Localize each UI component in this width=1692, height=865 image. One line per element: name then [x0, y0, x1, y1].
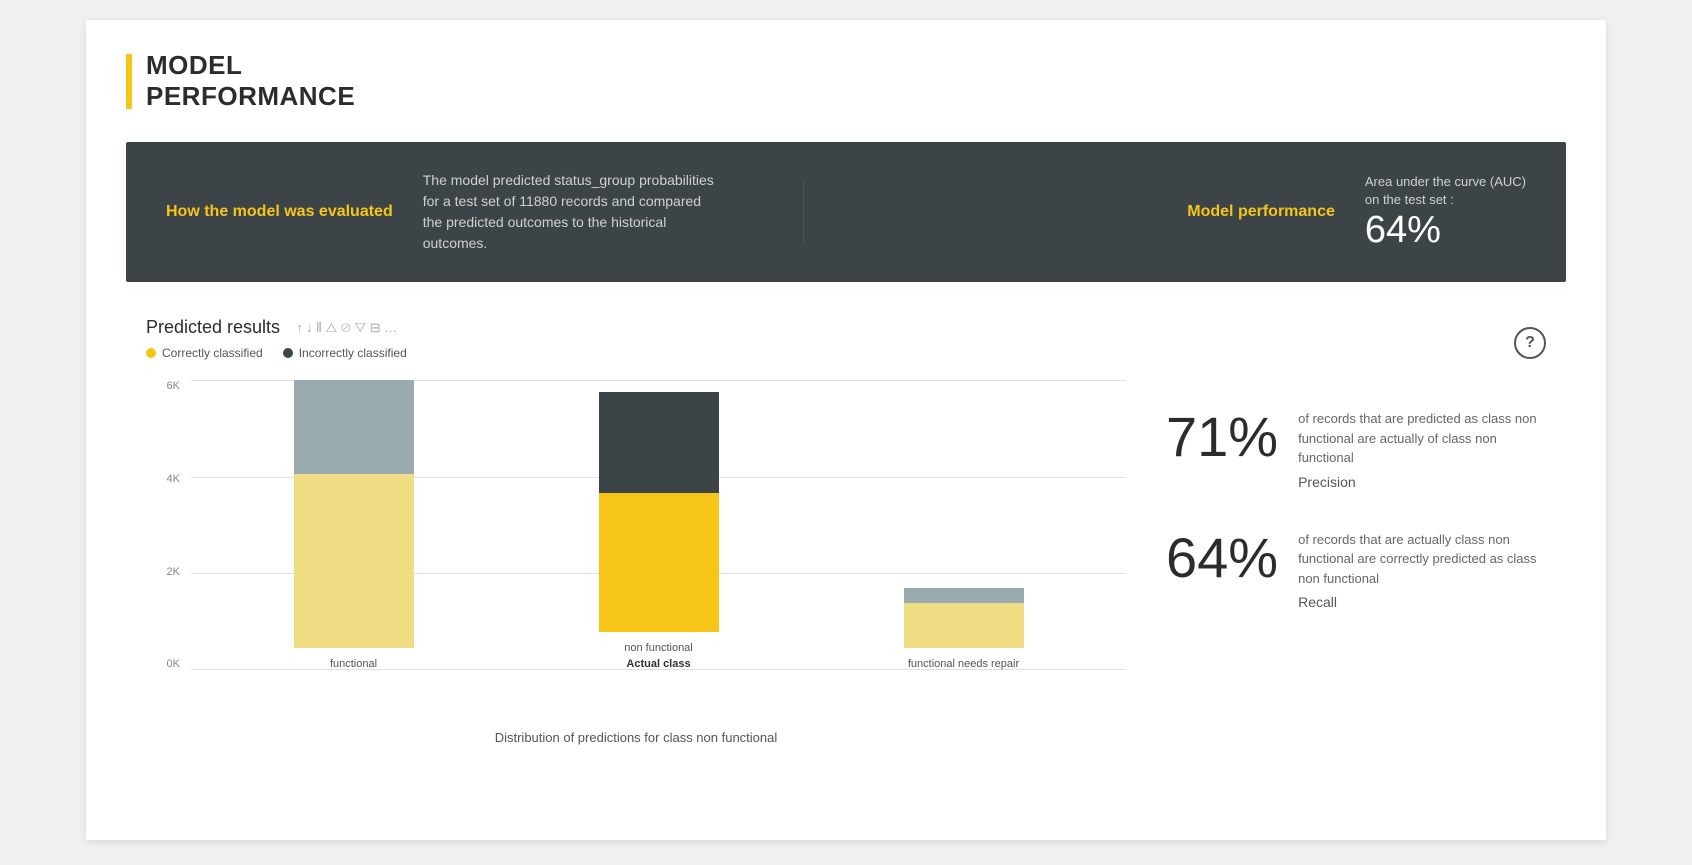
bar-correct-repair: [904, 603, 1024, 648]
page-header: MODEL PERFORMANCE: [126, 50, 1566, 112]
page-container: MODEL PERFORMANCE How the model was eval…: [86, 20, 1606, 840]
help-icon-wrap: ?: [1166, 327, 1546, 359]
y-label-4k: 4K: [146, 473, 186, 485]
bar-correct-nonfunctional: [599, 493, 719, 632]
precision-details: of records that are predicted as class n…: [1298, 409, 1546, 490]
stacked-bar-nonfunctional: [599, 392, 719, 632]
help-icon[interactable]: ?: [1514, 327, 1546, 359]
banner-divider: [803, 182, 804, 242]
bar-group-repair: functional needs repair: [821, 380, 1106, 670]
bar-xlabel-functional: functional: [330, 658, 377, 670]
chart-title: Predicted results: [146, 317, 280, 338]
recall-details: of records that are actually class non f…: [1298, 530, 1546, 611]
chart-toolbar-icons[interactable]: ↑ ↓ ⦀ △ ⊘ ▽ ⊟ …: [296, 320, 397, 336]
bar-correct-functional: [294, 474, 414, 648]
y-label-6k: 6K: [146, 380, 186, 392]
bar-group-nonfunctional: non functional Actual class: [516, 380, 801, 670]
bar-incorrect-repair: [904, 588, 1024, 603]
bar-incorrect-functional: [294, 380, 414, 474]
chart-section: Predicted results ↑ ↓ ⦀ △ ⊘ ▽ ⊟ … Correc…: [146, 317, 1126, 745]
precision-value: 71%: [1166, 409, 1278, 465]
bar-incorrect-nonfunctional: [599, 392, 719, 493]
recall-value: 64%: [1166, 530, 1278, 586]
stat-block-precision: 71% of records that are predicted as cla…: [1166, 409, 1546, 490]
stat-block-recall: 64% of records that are actually class n…: [1166, 530, 1546, 611]
y-label-2k: 2K: [146, 566, 186, 578]
legend-dot-correct: [146, 348, 156, 358]
chart-legend: Correctly classified Incorrectly classif…: [146, 346, 1126, 360]
main-content: Predicted results ↑ ↓ ⦀ △ ⊘ ▽ ⊟ … Correc…: [126, 317, 1566, 745]
bar-xlabel-nonfunctional: non functional: [624, 642, 693, 654]
evaluation-label: How the model was evaluated: [166, 203, 393, 221]
evaluation-description: The model predicted status_group probabi…: [423, 170, 723, 254]
legend-label-correct: Correctly classified: [162, 346, 263, 360]
precision-description: of records that are predicted as class n…: [1298, 409, 1546, 468]
bar-group-functional: functional: [211, 380, 496, 670]
auc-block: Area under the curve (AUC)on the test se…: [1365, 173, 1526, 252]
chart-header: Predicted results ↑ ↓ ⦀ △ ⊘ ▽ ⊟ …: [146, 317, 1126, 338]
auc-value: 64%: [1365, 209, 1526, 252]
info-banner: How the model was evaluated The model pr…: [126, 142, 1566, 282]
page-title: MODEL PERFORMANCE: [146, 50, 355, 112]
y-label-0: 0K: [146, 658, 186, 670]
bar-xlabel-repair: functional needs repair: [908, 658, 1019, 670]
stacked-bar-repair: [904, 588, 1024, 648]
recall-name: Recall: [1298, 594, 1546, 610]
chart-subtitle: Distribution of predictions for class no…: [146, 730, 1126, 745]
legend-correctly-classified: Correctly classified: [146, 346, 263, 360]
title-accent: [126, 54, 132, 109]
y-axis: 0K 2K 4K 6K: [146, 380, 186, 670]
bars-container: functional non functional Actual class: [191, 380, 1126, 670]
stats-section: ? 71% of records that are predicted as c…: [1166, 317, 1546, 745]
performance-label: Model performance: [1187, 203, 1335, 221]
legend-incorrectly-classified: Incorrectly classified: [283, 346, 407, 360]
stacked-bar-functional: [294, 380, 414, 648]
precision-name: Precision: [1298, 474, 1546, 490]
banner-evaluation-section: How the model was evaluated The model pr…: [166, 170, 723, 254]
legend-dot-incorrect: [283, 348, 293, 358]
bar-xsublabel-nonfunctional: Actual class: [626, 658, 690, 670]
bars-area: functional non functional Actual class: [191, 380, 1126, 670]
recall-description: of records that are actually class non f…: [1298, 530, 1546, 589]
banner-performance-section: Model performance Area under the curve (…: [1187, 173, 1526, 252]
bar-chart: 0K 2K 4K 6K: [146, 380, 1126, 720]
legend-label-incorrect: Incorrectly classified: [299, 346, 407, 360]
auc-subtitle: Area under the curve (AUC)on the test se…: [1365, 173, 1526, 209]
